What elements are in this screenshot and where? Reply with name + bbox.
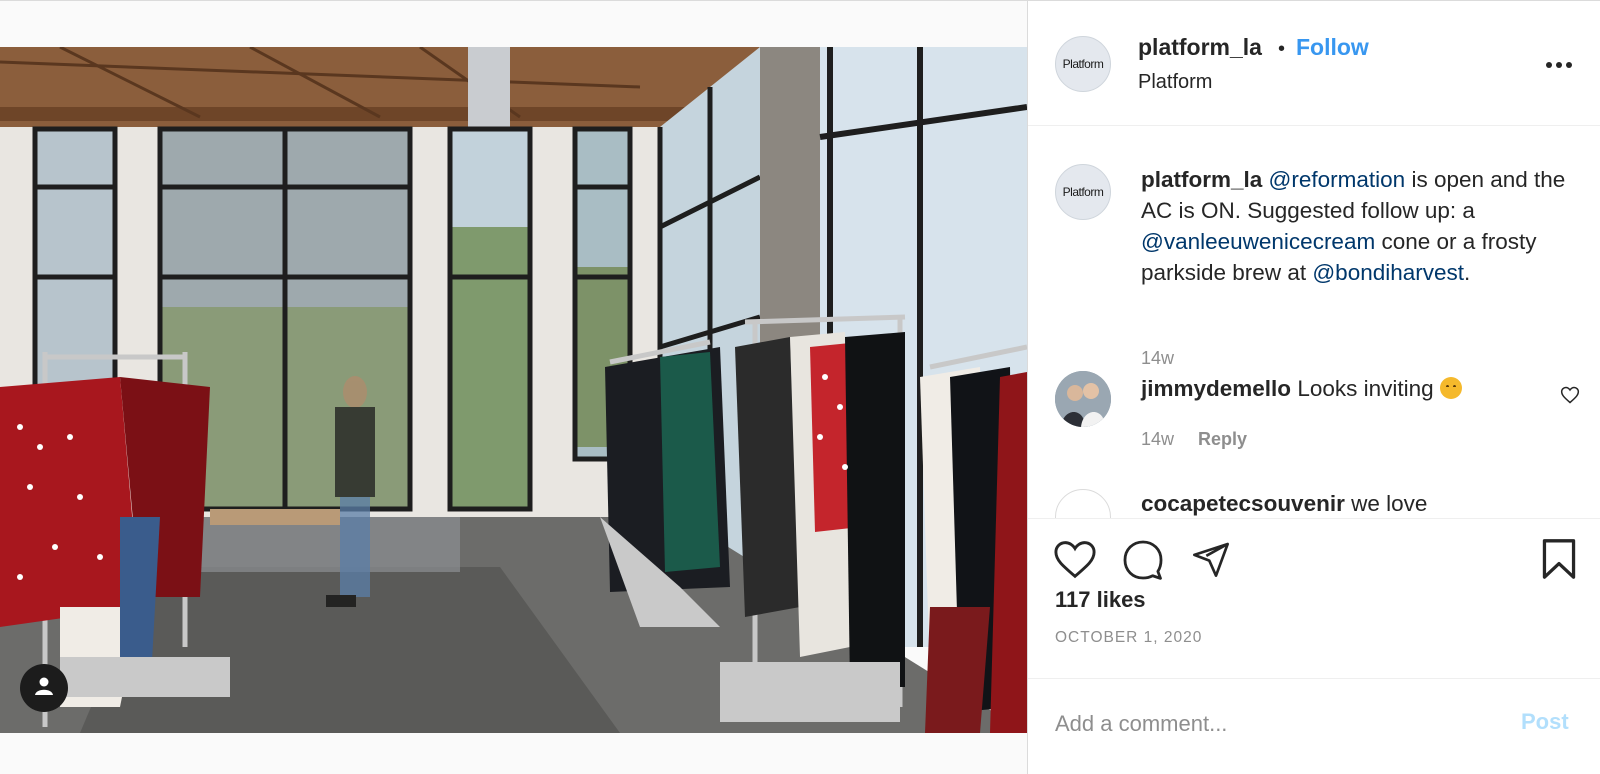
comment-icon[interactable]: [1121, 539, 1165, 586]
like-heart-icon[interactable]: [1053, 539, 1097, 584]
reply-button[interactable]: Reply: [1198, 429, 1247, 450]
caption-avatar[interactable]: Platform: [1055, 164, 1111, 220]
comments-list[interactable]: Platform platform_la @reformation is ope…: [1028, 126, 1600, 518]
post-date[interactable]: OCTOBER 1, 2020: [1055, 629, 1202, 647]
avatar-logo-text: Platform: [1062, 185, 1104, 199]
commenter-username[interactable]: jimmydemello: [1141, 376, 1291, 401]
avatar-logo-text: Platform: [1062, 57, 1104, 71]
comment-text: cocapetecsouvenir we love: [1141, 491, 1427, 517]
tagged-users-button[interactable]: [20, 664, 68, 712]
like-comment-heart-icon[interactable]: [1560, 385, 1580, 410]
caption-text: platform_la @reformation is open and the…: [1141, 164, 1581, 288]
more-options-icon[interactable]: [1546, 57, 1576, 73]
comment-body: Looks inviting: [1297, 376, 1434, 401]
post-actions: 117 likes OCTOBER 1, 2020: [1028, 518, 1600, 678]
add-comment-bar: Post: [1028, 678, 1600, 774]
commenter-avatar[interactable]: [1055, 371, 1111, 427]
commenter-avatar[interactable]: [1055, 489, 1111, 518]
hugging-face-emoji: [1439, 377, 1462, 399]
author-avatar[interactable]: Platform: [1055, 36, 1111, 92]
comment-input[interactable]: [1055, 707, 1495, 741]
post-comment-button[interactable]: Post: [1521, 709, 1569, 735]
caption-timestamp[interactable]: 14w: [1141, 348, 1174, 369]
likes-count[interactable]: 117 likes: [1055, 587, 1146, 613]
post-side-panel: Platform platform_la • Follow Platform P…: [1027, 0, 1600, 774]
author-username[interactable]: platform_la: [1138, 34, 1262, 61]
commenter-username[interactable]: cocapetecsouvenir: [1141, 491, 1345, 516]
caption-text-part: .: [1464, 260, 1471, 285]
mention-link[interactable]: @bondiharvest: [1312, 260, 1464, 285]
photo-pane: [0, 0, 1027, 774]
comment-timestamp[interactable]: 14w: [1141, 429, 1174, 450]
bookmark-icon[interactable]: [1539, 537, 1579, 586]
post-image[interactable]: [0, 47, 1027, 733]
mention-link[interactable]: @reformation: [1269, 167, 1406, 192]
follow-button[interactable]: Follow: [1296, 34, 1369, 61]
comment-text: jimmydemello Looks inviting: [1141, 376, 1462, 402]
caption-username[interactable]: platform_la: [1141, 167, 1262, 192]
separator-dot: •: [1278, 38, 1286, 60]
user-icon: [33, 675, 55, 702]
post-header: Platform platform_la • Follow Platform: [1028, 1, 1600, 126]
mention-link[interactable]: @vanleeuwenicecream: [1141, 229, 1375, 254]
author-subtitle: Platform: [1138, 71, 1213, 93]
paper-plane-icon[interactable]: [1190, 539, 1232, 584]
comment-body: we love: [1351, 491, 1428, 516]
